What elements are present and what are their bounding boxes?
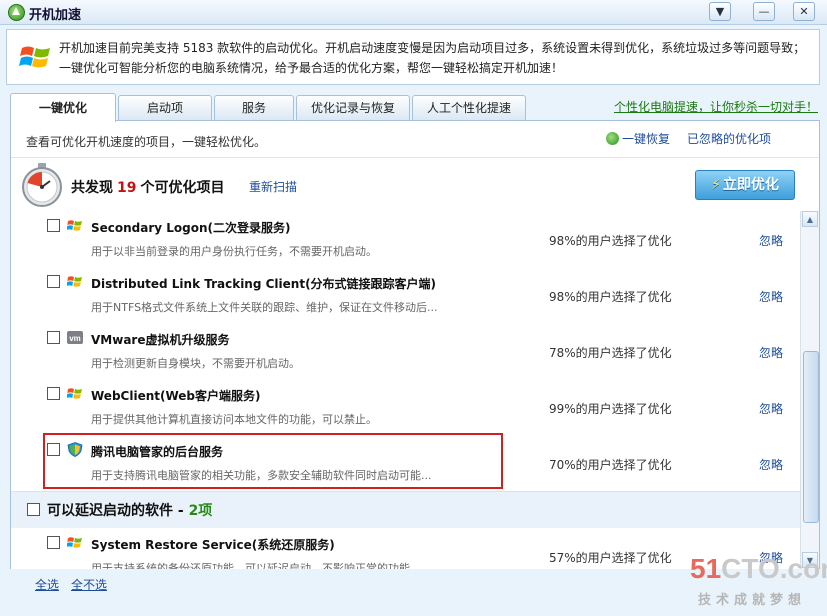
windows-flag-icon xyxy=(67,388,82,399)
tab-manual-speedup[interactable]: 人工个性化提速 xyxy=(412,95,526,120)
item-checkbox[interactable] xyxy=(47,443,60,456)
tab-bar: 一键优化 启动项 服务 优化记录与恢复 人工个性化提速 个性化电脑提速，让你秒杀… xyxy=(10,93,822,122)
personalize-speedup-link[interactable]: 个性化电脑提速，让你秒杀一切对手！ xyxy=(614,98,818,115)
section-title-text: 可以延迟启动的软件 - xyxy=(47,503,189,519)
item-checkbox[interactable] xyxy=(47,275,60,288)
speedup-app-icon xyxy=(8,4,25,21)
main-panel: 查看可优化开机速度的项目，一键轻松优化。 一键恢复 已忽略的优化项 共发现 19 个… xyxy=(10,120,820,571)
item-name: Distributed Link Tracking Client(分布式链接跟踪… xyxy=(91,277,437,291)
windows-flag-icon xyxy=(67,276,82,287)
item-description: 用于支持腾讯电脑管家的相关功能，多款安全辅助软件同时启动可能... xyxy=(91,469,432,482)
list-scrollbar[interactable]: ▲ ▼ xyxy=(800,211,819,570)
ignore-link[interactable]: 忽略 xyxy=(759,344,783,361)
scroll-up-arrow-icon[interactable]: ▲ xyxy=(802,211,818,227)
vmware-icon: vm xyxy=(67,331,83,344)
panel-description: 查看可优化开机速度的项目，一键轻松优化。 xyxy=(26,135,267,149)
list-item: vm VMware虚拟机升级服务 用于检测更新自身模块，不需要开机启动。 78%… xyxy=(11,323,801,380)
section-title: 可以延迟启动的软件 - 2项 xyxy=(47,500,212,520)
item-user-percentage: 99%的用户选择了优化 xyxy=(549,402,672,416)
windows-flag-icon xyxy=(67,220,82,231)
scroll-thumb[interactable] xyxy=(803,351,819,523)
tab-services[interactable]: 服务 xyxy=(214,95,294,120)
ignore-link[interactable]: 忽略 xyxy=(759,288,783,305)
scan-summary: 共发现 19 个可优化项目 重新扫描 ⚡ 立即优化 xyxy=(11,158,801,218)
optimize-now-label: 立即优化 xyxy=(722,177,779,193)
stopwatch-icon xyxy=(22,163,62,207)
item-checkbox[interactable] xyxy=(47,331,60,344)
watermark-brand-gray: CTO.com xyxy=(721,553,827,584)
list-item: Secondary Logon(二次登录服务) 用于以非当前登录的用户身份执行任… xyxy=(11,211,801,268)
ignore-link[interactable]: 忽略 xyxy=(759,400,783,417)
item-description: 用于以非当前登录的用户身份执行任务，不需要开机启动。 xyxy=(91,245,377,258)
item-user-percentage: 98%的用户选择了优化 xyxy=(549,290,672,304)
item-name: WebClient(Web客户端服务) xyxy=(91,389,261,403)
item-user-percentage: 57%的用户选择了优化 xyxy=(549,551,672,565)
select-all-link[interactable]: 全选 xyxy=(35,576,59,593)
item-description: 用于NTFS格式文件系统上文件关联的跟踪、维护，保证在文件移动后... xyxy=(91,301,438,314)
item-checkbox[interactable] xyxy=(47,387,60,400)
minimize-button[interactable]: — xyxy=(753,2,775,21)
item-checkbox[interactable] xyxy=(47,536,60,549)
ignore-link[interactable]: 忽略 xyxy=(759,456,783,473)
item-name: Secondary Logon(二次登录服务) xyxy=(91,221,291,235)
window-title: 开机加速 xyxy=(29,8,82,23)
panel-subheader: 查看可优化开机速度的项目，一键轻松优化。 一键恢复 已忽略的优化项 xyxy=(11,121,819,158)
list-item: Distributed Link Tracking Client(分布式链接跟踪… xyxy=(11,267,801,324)
item-description: 用于支持系统的备份还原功能，可以延迟启动，不影响正常的功能。 xyxy=(91,562,421,569)
footer: 全选 全不选 51CTO.com 技术成就梦想 xyxy=(0,553,827,616)
info-notice: 开机加速目前完美支持 5183 款软件的启动优化。开机启动速度变慢是因为启动项目… xyxy=(6,29,820,85)
tencent-shield-icon xyxy=(67,442,83,457)
section-count: 2项 xyxy=(188,503,213,519)
notice-line-1: 开机加速目前完美支持 5183 款软件的启动优化。开机启动速度变慢是因为启动项目… xyxy=(59,41,806,55)
windows-logo-icon xyxy=(19,46,50,68)
lightning-icon: ⚡ xyxy=(711,177,721,193)
list-item: 腾讯电脑管家的后台服务 用于支持腾讯电脑管家的相关功能，多款安全辅助软件同时启动… xyxy=(11,435,801,492)
watermark-brand-red: 51 xyxy=(690,553,722,584)
select-none-link[interactable]: 全不选 xyxy=(71,576,107,593)
watermark-slogan: 技术成就梦想 xyxy=(698,593,807,608)
tab-startup-items[interactable]: 启动项 xyxy=(118,95,212,120)
rescan-link[interactable]: 重新扫描 xyxy=(249,178,297,195)
section-checkbox[interactable] xyxy=(27,503,40,516)
ignored-items-link[interactable]: 已忽略的优化项 xyxy=(687,130,771,147)
item-user-percentage: 98%的用户选择了优化 xyxy=(549,234,672,248)
restore-label: 一键恢复 xyxy=(622,132,671,146)
item-description: 用于提供其他计算机直接访问本地文件的功能，可以禁止。 xyxy=(91,413,377,426)
item-name: System Restore Service(系统还原服务) xyxy=(91,538,335,552)
delay-startup-section: 可以延迟启动的软件 - 2项 xyxy=(11,491,801,529)
tab-one-click-optimize[interactable]: 一键优化 xyxy=(10,93,116,122)
item-name: 腾讯电脑管家的后台服务 xyxy=(91,445,224,459)
windows-flag-icon xyxy=(67,537,82,548)
svg-text:vm: vm xyxy=(69,334,81,343)
notice-text: 开机加速目前完美支持 5183 款软件的启动优化。开机启动速度变慢是因为启动项目… xyxy=(59,38,811,78)
list-item: WebClient(Web客户端服务) 用于提供其他计算机直接访问本地文件的功能… xyxy=(11,379,801,436)
watermark-logo: 51CTO.com xyxy=(690,553,827,585)
optimize-item-list: Secondary Logon(二次登录服务) 用于以非当前登录的用户身份执行任… xyxy=(11,211,801,569)
item-name: VMware虚拟机升级服务 xyxy=(91,333,230,347)
item-checkbox[interactable] xyxy=(47,219,60,232)
one-click-restore-link[interactable]: 一键恢复 xyxy=(606,130,670,147)
ignore-link[interactable]: 忽略 xyxy=(759,232,783,249)
summary-prefix: 共发现 xyxy=(71,180,113,196)
item-description: 用于检测更新自身模块，不需要开机启动。 xyxy=(91,357,300,370)
dropdown-button[interactable]: ▼ xyxy=(709,2,731,21)
title-bar: 开机加速 ▼ — ✕ xyxy=(0,0,827,25)
tab-optimize-history[interactable]: 优化记录与恢复 xyxy=(296,95,410,120)
optimizable-count: 19 xyxy=(117,180,137,196)
summary-text: 共发现 19 个可优化项目 xyxy=(71,177,224,197)
list-item: System Restore Service(系统还原服务) 用于支持系统的备份… xyxy=(11,528,801,569)
item-user-percentage: 78%的用户选择了优化 xyxy=(549,346,672,360)
optimize-now-button[interactable]: ⚡ 立即优化 xyxy=(695,170,795,200)
close-button[interactable]: ✕ xyxy=(793,2,815,21)
item-user-percentage: 70%的用户选择了优化 xyxy=(549,458,672,472)
summary-suffix: 个可优化项目 xyxy=(140,180,225,196)
notice-line-2: 一键优化可智能分析您的电脑系统情况，给予最合适的优化方案，帮您一键轻松搞定开机加… xyxy=(59,61,564,75)
restore-icon xyxy=(606,132,619,145)
